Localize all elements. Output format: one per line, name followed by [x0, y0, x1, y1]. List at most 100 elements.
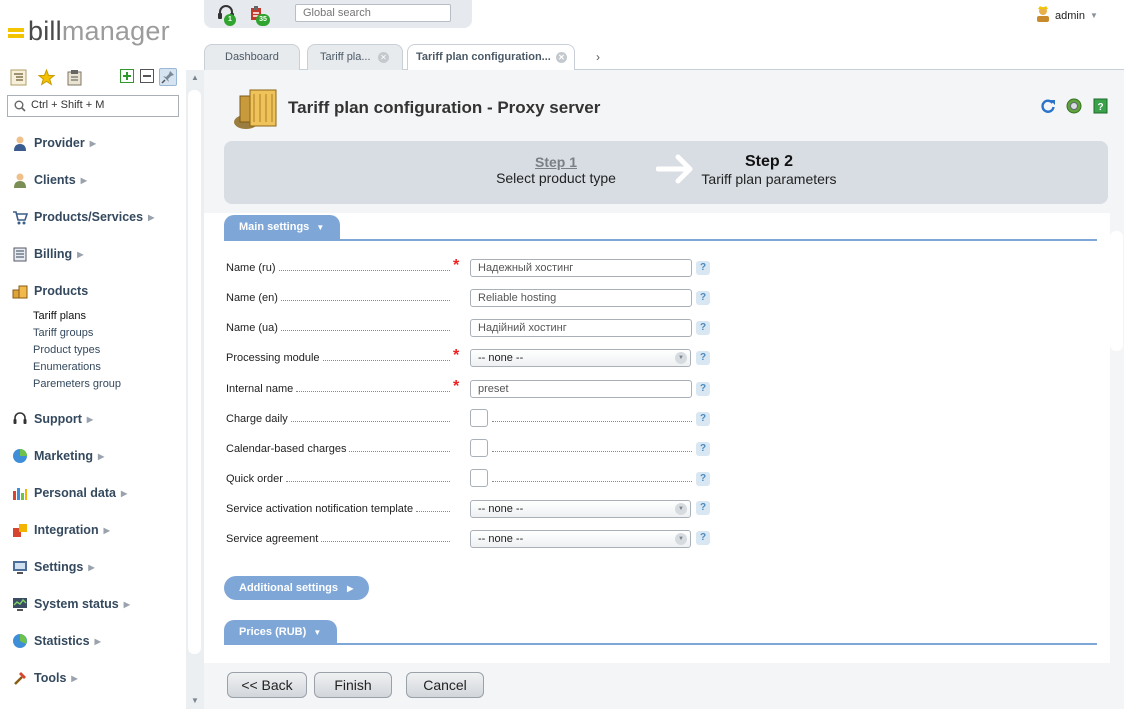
globe-settings-icon[interactable] [1066, 98, 1082, 117]
tab-tariff-plan-configuration[interactable]: Tariff plan configuration... ✕ [407, 44, 575, 71]
collapse-all-icon[interactable] [140, 69, 154, 86]
clients-icon [12, 172, 28, 188]
help-icon[interactable]: ? [696, 261, 710, 275]
help-icon[interactable]: ? [696, 412, 710, 426]
help-icon[interactable]: ? [696, 351, 710, 365]
back-button[interactable]: << Back [227, 672, 307, 698]
submenu-tariff-plans[interactable]: Tariff plans [33, 310, 86, 322]
pin-icon[interactable] [159, 68, 177, 86]
menu-item-products-services[interactable]: Products/Services ▶ [12, 207, 154, 227]
select-value: -- none -- [478, 503, 524, 515]
section-divider [224, 643, 1097, 645]
cancel-button[interactable]: Cancel [406, 672, 484, 698]
calendar-charges-checkbox[interactable] [470, 439, 488, 457]
close-tab-icon[interactable]: ✕ [378, 52, 389, 63]
arrow-right-icon [655, 153, 696, 188]
wizard-steps: Step 1 Select product type Step 2 Tariff… [224, 141, 1108, 204]
tasks-icon[interactable]: 35 [248, 4, 270, 26]
favorites-star-icon[interactable] [37, 68, 56, 89]
dropdown-arrow-icon: ▼ [675, 533, 687, 545]
charge-daily-checkbox[interactable] [470, 409, 488, 427]
scroll-up-icon[interactable]: ▲ [191, 73, 199, 82]
tasks-badge: 35 [256, 14, 270, 26]
help-icon[interactable]: ? [696, 442, 710, 456]
chevron-right-icon: ▶ [103, 525, 110, 535]
submenu-tariff-groups[interactable]: Tariff groups [33, 327, 93, 339]
global-search-input[interactable] [295, 4, 451, 22]
chevron-right-icon: ▶ [80, 175, 87, 185]
sidebar-scroll-thumb[interactable] [188, 90, 201, 654]
menu-item-support[interactable]: Support ▶ [12, 409, 93, 429]
menu-label: Support [34, 412, 82, 426]
provider-icon [12, 135, 28, 151]
user-avatar-icon [1036, 6, 1050, 25]
menu-item-provider[interactable]: Provider ▶ [12, 133, 96, 153]
name-ua-input[interactable] [470, 319, 692, 337]
chart-icon [12, 485, 28, 501]
settings-icon [12, 559, 28, 575]
label-name-ru: Name (ru) [226, 262, 450, 274]
section-additional-settings[interactable]: Additional settings ▶ [224, 576, 369, 600]
activation-template-select[interactable]: -- none -- ▼ [470, 500, 691, 518]
menu-item-clients[interactable]: Clients ▶ [12, 170, 87, 190]
statistics-icon [12, 633, 28, 649]
help-icon[interactable]: ? [696, 321, 710, 335]
finish-button[interactable]: Finish [314, 672, 392, 698]
menu-item-marketing[interactable]: Marketing ▶ [12, 446, 104, 466]
tab-dashboard[interactable]: Dashboard [204, 44, 300, 70]
chevron-right-icon: ▶ [77, 249, 84, 259]
wizard-step-1[interactable]: Step 1 Select product type [496, 154, 616, 186]
submenu-enumerations[interactable]: Enumerations [33, 361, 101, 373]
sidebar-search[interactable]: Ctrl + Shift + M [7, 95, 179, 117]
menu-item-billing[interactable]: Billing ▶ [12, 244, 83, 264]
monitor-icon [12, 596, 28, 612]
step1-number: Step 1 [534, 154, 577, 170]
form-scrollbar[interactable] [1110, 213, 1124, 709]
name-en-input[interactable] [470, 289, 692, 307]
expand-all-icon[interactable] [120, 69, 134, 86]
chevron-down-icon: ▼ [316, 223, 325, 232]
menu-item-settings[interactable]: Settings ▶ [12, 557, 94, 577]
refresh-icon[interactable] [1040, 98, 1056, 117]
scroll-down-icon[interactable]: ▼ [191, 696, 199, 705]
support-headset-icon[interactable]: 1 [216, 4, 236, 26]
svg-text:?: ? [1098, 102, 1104, 113]
menu-item-tools[interactable]: Tools ▶ [12, 668, 78, 688]
form-scroll-thumb[interactable] [1110, 231, 1123, 351]
help-icon[interactable]: ? [696, 501, 710, 515]
menu-item-products[interactable]: Products [12, 281, 88, 301]
tab-tariff-plans[interactable]: Tariff pla... ✕ [307, 44, 403, 70]
logo-text-bill: bill [28, 16, 62, 46]
logo-mark [8, 28, 24, 38]
section-main-settings[interactable]: Main settings ▼ [224, 215, 340, 239]
sidebar-scrollbar[interactable]: ▲ ▼ [186, 70, 204, 709]
user-menu[interactable]: admin ▼ [1036, 6, 1098, 25]
menu-item-system-status[interactable]: System status ▶ [12, 594, 130, 614]
help-icon[interactable]: ? [696, 382, 710, 396]
label-calendar-charges: Calendar-based charges [226, 443, 450, 455]
internal-name-input[interactable] [470, 380, 692, 398]
help-book-icon[interactable]: ? [1093, 98, 1108, 117]
top-toolbar: 1 35 [204, 0, 472, 28]
label-service-agreement: Service agreement [226, 533, 450, 545]
submenu-parameters-group[interactable]: Paremeters group [33, 378, 121, 390]
required-mark: * [453, 378, 460, 395]
submenu-product-types[interactable]: Product types [33, 344, 100, 356]
tab-label: Dashboard [225, 51, 279, 63]
help-icon[interactable]: ? [696, 291, 710, 305]
help-icon[interactable]: ? [696, 531, 710, 545]
select-value: -- none -- [478, 533, 524, 545]
section-prices[interactable]: Prices (RUB) ▼ [224, 620, 337, 644]
close-tab-icon[interactable]: ✕ [556, 52, 567, 63]
quick-order-checkbox[interactable] [470, 469, 488, 487]
service-agreement-select[interactable]: -- none -- ▼ [470, 530, 691, 548]
clipboard-icon[interactable] [66, 69, 83, 89]
tree-view-icon[interactable] [10, 69, 27, 89]
name-ru-input[interactable] [470, 259, 692, 277]
menu-item-personal-data[interactable]: Personal data ▶ [12, 483, 127, 503]
menu-item-integration[interactable]: Integration ▶ [12, 520, 110, 540]
menu-item-statistics[interactable]: Statistics ▶ [12, 631, 101, 651]
help-icon[interactable]: ? [696, 472, 710, 486]
main-content: Tariff plan configuration - Proxy server… [204, 70, 1124, 709]
processing-module-select[interactable]: -- none -- ▼ [470, 349, 691, 367]
